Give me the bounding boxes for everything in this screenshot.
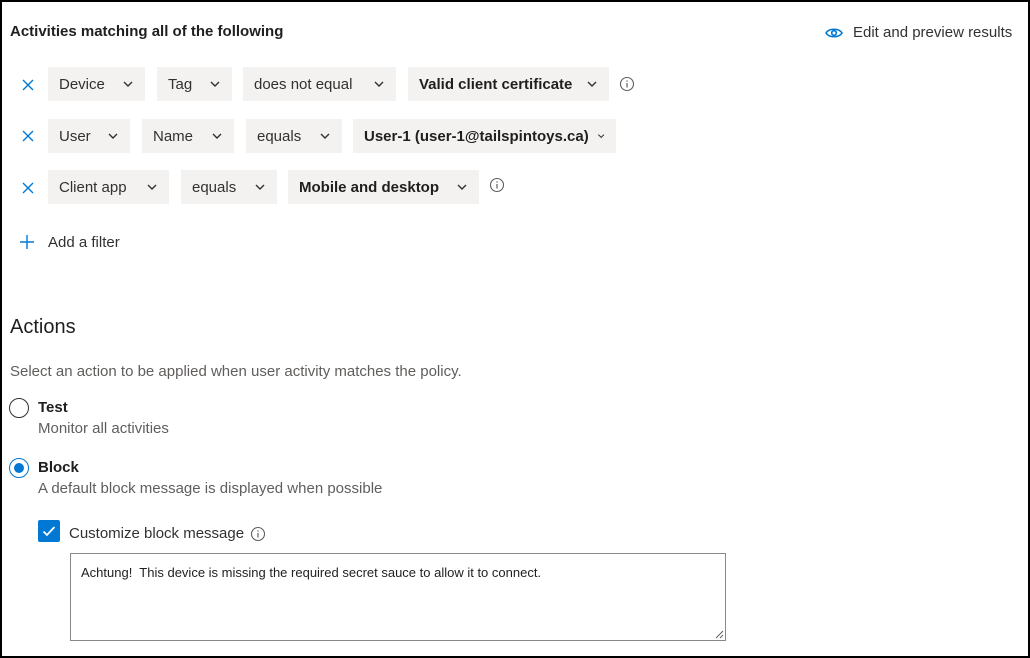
add-filter-button[interactable]: Add a filter (18, 233, 120, 251)
checkmark-icon (42, 526, 56, 537)
plus-icon (20, 235, 34, 249)
chevron-down-icon (587, 81, 597, 87)
customize-message-label-row: Customize block message (69, 525, 266, 542)
close-icon (22, 130, 34, 142)
edit-preview-link[interactable]: Edit and preview results (825, 24, 1012, 41)
close-icon (22, 79, 34, 91)
info-icon[interactable] (489, 177, 505, 193)
filter-subfield-dropdown[interactable]: Name (142, 119, 234, 153)
filter-value-dropdown[interactable]: Mobile and desktop (288, 170, 479, 204)
customize-message-checkbox[interactable] (38, 520, 60, 542)
chevron-down-icon (457, 184, 467, 190)
actions-heading: Actions (10, 316, 76, 338)
filter-field-label: Device (59, 75, 105, 93)
remove-filter-button[interactable] (18, 126, 38, 146)
eye-icon (825, 27, 843, 38)
filter-operator-dropdown[interactable]: equals (181, 170, 277, 204)
filter-operator-label: equals (257, 127, 302, 145)
filter-field-label: User (59, 127, 91, 145)
filter-value-label: Valid client certificate (419, 75, 573, 93)
chevron-down-icon (108, 133, 118, 139)
add-filter-label: Add a filter (48, 233, 120, 251)
filter-operator-dropdown[interactable]: equals (246, 119, 342, 153)
chevron-down-icon (147, 184, 157, 190)
chevron-down-icon (123, 81, 133, 87)
filter-subfield-label: Name (153, 127, 194, 145)
filter-value-dropdown[interactable]: User-1 (user-1@tailspintoys.ca) (353, 119, 616, 153)
filter-operator-label: does not equal (254, 75, 353, 93)
policy-panel: Activities matching all of the following… (0, 0, 1030, 658)
resize-grip-icon[interactable] (715, 630, 724, 639)
close-icon (22, 182, 34, 194)
chevron-down-icon (320, 133, 330, 139)
chevron-down-icon (374, 81, 384, 87)
filters-title: Activities matching all of the following (10, 23, 284, 40)
chevron-down-icon (597, 134, 604, 139)
info-icon[interactable] (619, 76, 635, 92)
filter-value-dropdown[interactable]: Valid client certificate (408, 67, 609, 101)
test-option-label: Test (38, 399, 68, 416)
actions-description: Select an action to be applied when user… (10, 363, 462, 380)
chevron-down-icon (212, 133, 222, 139)
block-option-description: A default block message is displayed whe… (38, 480, 383, 497)
block-message-textarea[interactable]: Achtung! This device is missing the requ… (70, 553, 726, 641)
filter-value-label: Mobile and desktop (299, 178, 440, 196)
filter-value-label: User-1 (user-1@tailspintoys.ca) (364, 127, 589, 145)
remove-filter-button[interactable] (18, 75, 38, 95)
filter-field-dropdown[interactable]: User (48, 119, 130, 153)
test-option-description: Monitor all activities (38, 420, 169, 437)
filter-operator-label: equals (192, 178, 237, 196)
remove-filter-button[interactable] (18, 178, 38, 198)
chevron-down-icon (255, 184, 265, 190)
test-radio[interactable] (9, 398, 29, 418)
chevron-down-icon (210, 81, 220, 87)
filter-field-dropdown[interactable]: Client app (48, 170, 169, 204)
customize-message-label: Customize block message (69, 525, 245, 542)
edit-preview-label: Edit and preview results (853, 24, 1013, 41)
block-option-label: Block (38, 459, 79, 476)
block-radio[interactable] (9, 458, 29, 478)
filter-subfield-dropdown[interactable]: Tag (157, 67, 232, 101)
filter-field-dropdown[interactable]: Device (48, 67, 145, 101)
filter-field-label: Client app (59, 178, 127, 196)
info-icon[interactable] (250, 526, 266, 542)
filter-operator-dropdown[interactable]: does not equal (243, 67, 396, 101)
filter-subfield-label: Tag (168, 75, 193, 93)
